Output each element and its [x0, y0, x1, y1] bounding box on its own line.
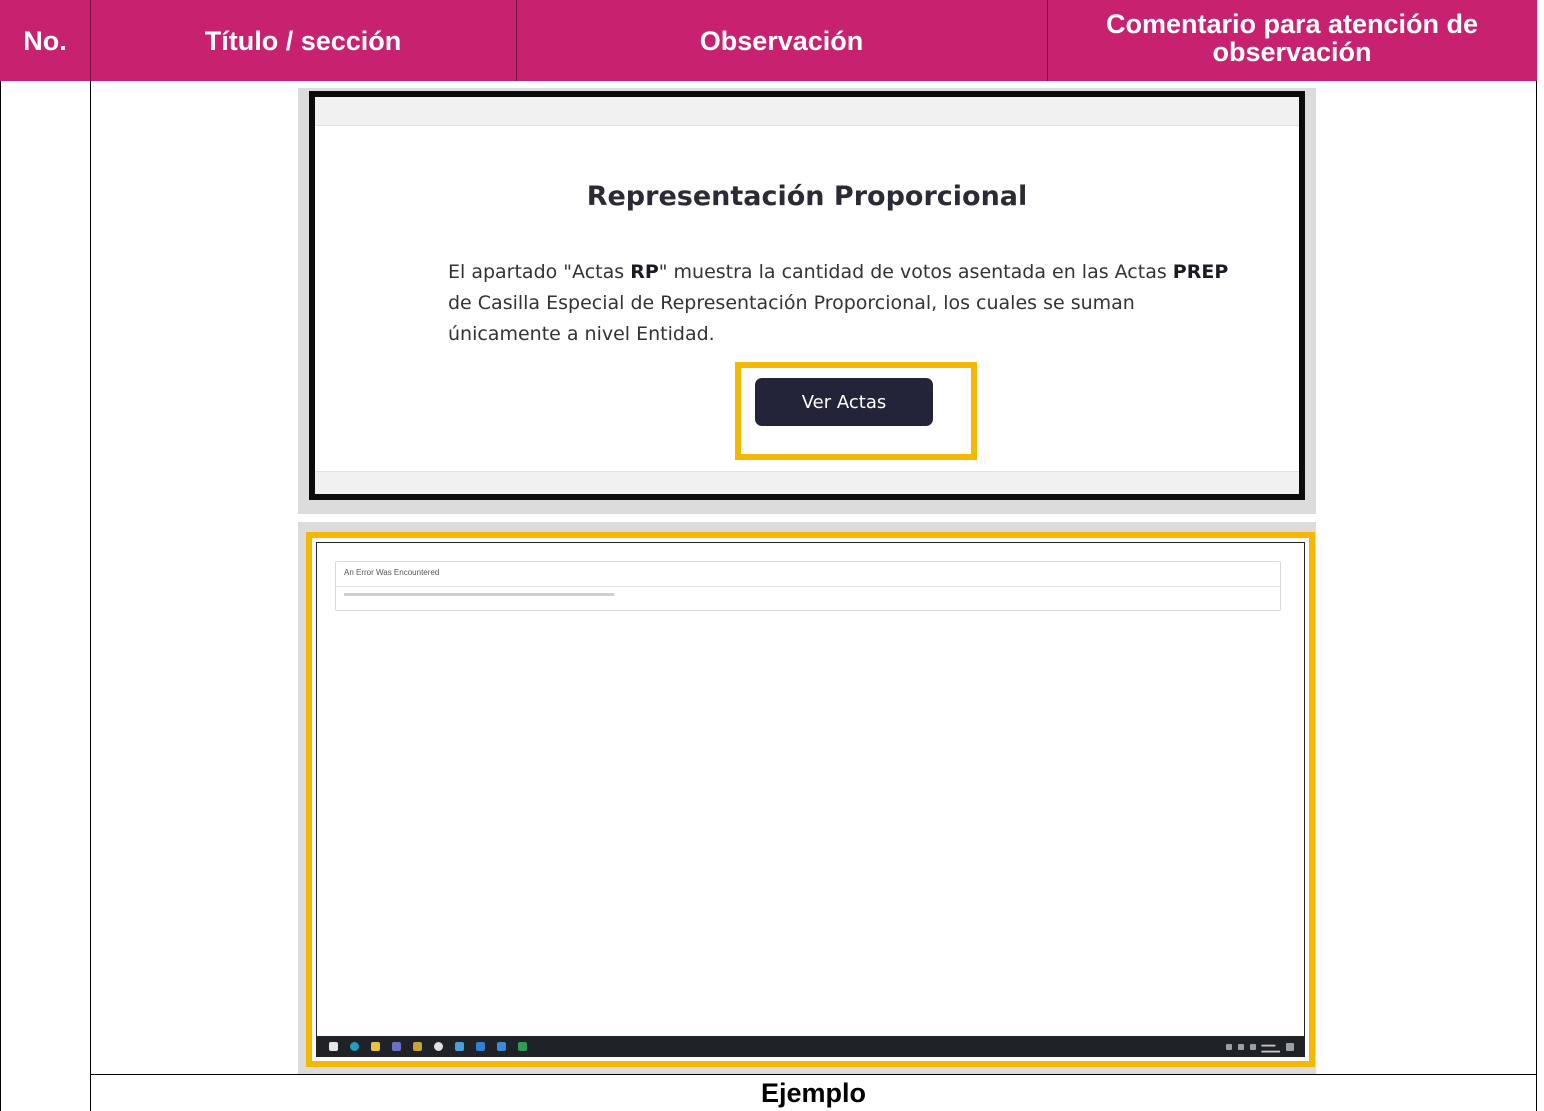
screenshot-rp-panel: Representación Proporcional El apartado … [309, 91, 1305, 500]
header-comentario-line2: observación [1212, 37, 1372, 67]
screenshot-error-panel: An Error Was Encountered ▂▂▂ ▂▂▂▂ [306, 532, 1315, 1067]
header-comentario-line1: Comentario para atención de [1105, 9, 1479, 39]
tray-icon[interactable] [1249, 1044, 1256, 1050]
header-titulo-seccion: Título / sección [90, 0, 516, 81]
section-description: El apartado "Actas RP" muestra la cantid… [448, 257, 1238, 350]
error-message-blurred [344, 593, 614, 596]
error-title: An Error Was Encountered [344, 568, 440, 577]
page-top-band [315, 97, 1299, 126]
page-bottom-band [315, 471, 1299, 494]
header-divider [90, 0, 91, 81]
windows-start-icon[interactable] [329, 1041, 338, 1051]
error-box: An Error Was Encountered [335, 561, 1281, 611]
description-text: " muestra la cantidad de votos asentada … [658, 261, 1173, 283]
header-comentario: Comentario para atención de observación [1047, 0, 1537, 81]
table-border-left [0, 81, 1, 1111]
system-tray: ▂▂▂ ▂▂▂▂ [1225, 1041, 1294, 1053]
example-caption: Ejemplo [760, 1078, 867, 1108]
windows-taskbar: ▂▂▂ ▂▂▂▂ [317, 1036, 1304, 1056]
tray-icon[interactable] [1237, 1044, 1244, 1050]
teams-icon[interactable] [392, 1041, 401, 1051]
app-icon[interactable] [413, 1041, 422, 1051]
outlook-icon[interactable] [497, 1041, 506, 1051]
table-border-right [1536, 81, 1537, 1111]
header-divider [1047, 0, 1048, 81]
description-text: de Casilla Especial de Representación Pr… [448, 292, 1135, 345]
excel-icon[interactable] [518, 1041, 527, 1051]
header-observacion: Observación [516, 0, 1047, 81]
table-border-col [90, 81, 91, 1111]
description-text: El apartado "Actas [448, 261, 631, 283]
file-explorer-icon[interactable] [371, 1041, 380, 1051]
section-title: Representación Proporcional [586, 181, 1028, 212]
edge-icon[interactable] [350, 1041, 359, 1051]
tray-icon[interactable] [1225, 1044, 1232, 1050]
app-icon[interactable] [455, 1041, 464, 1051]
header-divider [516, 0, 517, 81]
chrome-icon[interactable] [434, 1041, 443, 1051]
browser-window: An Error Was Encountered ▂▂▂ ▂▂▂▂ [316, 542, 1305, 1057]
description-bold: PREP [1172, 261, 1229, 283]
clock-blurred: ▂▂▂ ▂▂▂▂ [1261, 1041, 1280, 1053]
description-bold: RP [630, 261, 659, 283]
notification-icon[interactable] [1286, 1043, 1294, 1051]
header-no: No. [0, 0, 90, 81]
app-icon[interactable] [476, 1041, 485, 1051]
ver-actas-button[interactable]: Ver Actas [755, 378, 933, 426]
error-divider [336, 586, 1280, 587]
